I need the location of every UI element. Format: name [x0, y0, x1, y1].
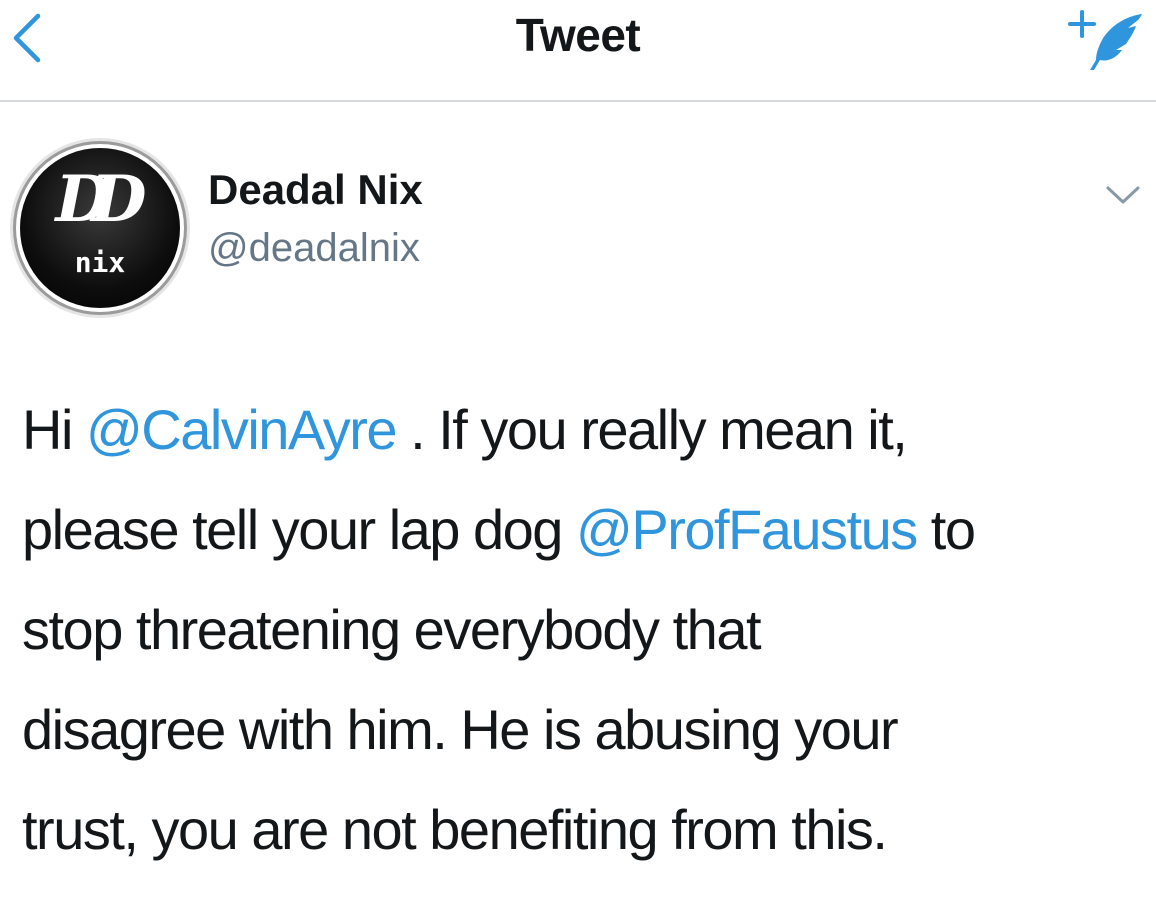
- tweet-text-fragment: to: [916, 498, 976, 561]
- tweet-text: Hi @CalvinAyre . If you really mean it, …: [22, 380, 1152, 880]
- mention-link-calvinayre[interactable]: @CalvinAyre: [86, 398, 398, 461]
- tweet-text-fragment: . If you really mean it,: [396, 398, 908, 461]
- page-title: Tweet: [515, 9, 641, 61]
- tweet-options-button[interactable]: [1100, 176, 1146, 216]
- avatar[interactable]: DD nix: [20, 148, 180, 308]
- tweet-line-1: Hi @CalvinAyre . If you really mean it,: [22, 380, 1152, 480]
- tweet-text-fragment: please tell your lap dog: [22, 498, 576, 561]
- tweet-line-5: trust, you are not benefiting from this.: [22, 798, 888, 861]
- tweet-text-fragment: Hi: [22, 398, 86, 461]
- author-display-name[interactable]: Deadal Nix: [208, 166, 423, 214]
- tweet-line-2: please tell your lap dog @ProfFaustus to: [22, 480, 1152, 580]
- tweet-line-3: stop threatening everybody that: [22, 598, 762, 661]
- avatar-logo-subtext: nix: [74, 246, 126, 279]
- mention-link-proffaustus[interactable]: @ProfFaustus: [576, 498, 918, 561]
- navigation-bar: Tweet: [0, 0, 1156, 102]
- compose-tweet-button[interactable]: [1064, 4, 1148, 74]
- compose-tweet-icon: [1068, 10, 1142, 70]
- avatar-logo-text: DD: [55, 162, 147, 237]
- chevron-down-icon: [1106, 186, 1140, 204]
- tweet-line-4: disagree with him. He is abusing your: [22, 698, 899, 761]
- author-handle[interactable]: @deadalnix: [208, 226, 420, 271]
